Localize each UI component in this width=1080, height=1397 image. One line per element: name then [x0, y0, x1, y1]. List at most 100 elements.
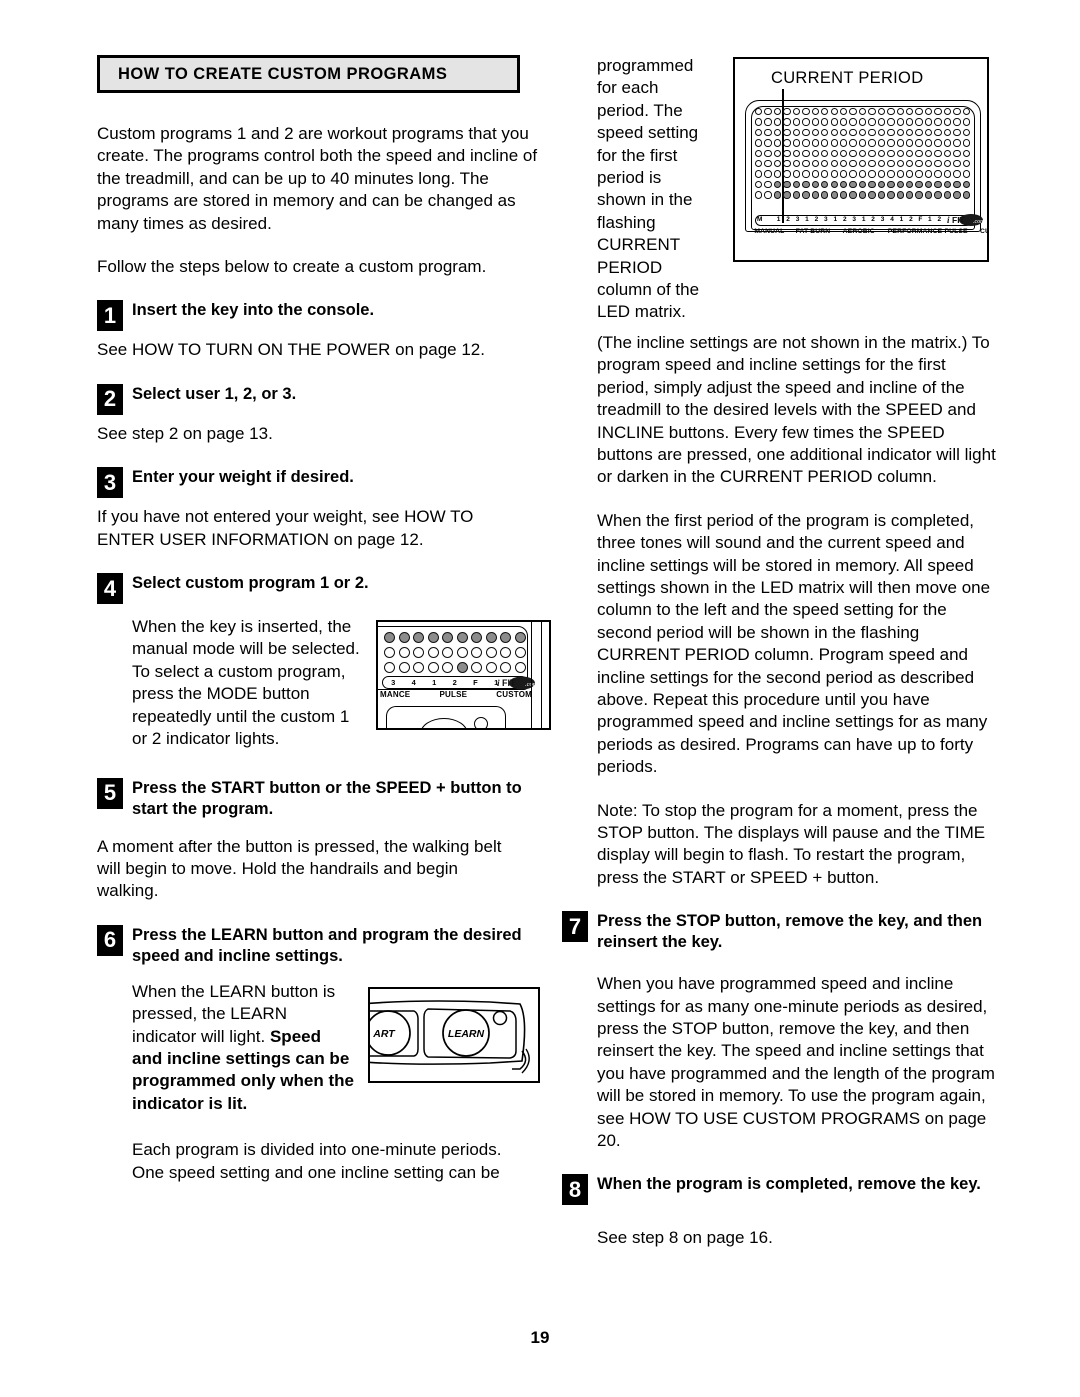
step-4-body: When the key is inserted, the manual mod…	[132, 617, 360, 749]
led-dot	[764, 118, 772, 126]
led-dot	[953, 108, 961, 116]
step-6: 6 Press the LEARN button and program the…	[97, 924, 540, 967]
led-dot	[887, 170, 895, 178]
step-6-body: When the LEARN button is pressed, the LE…	[132, 981, 354, 1115]
led-indicator-number: 1	[928, 216, 932, 223]
led-dot	[830, 108, 838, 116]
led-dot	[811, 139, 820, 147]
step-7-number: 7	[562, 911, 588, 943]
led-indicator-number: 1	[899, 216, 904, 223]
led-group-label: CUSTOM	[979, 228, 987, 235]
led-dot	[877, 191, 886, 199]
step-7-title: Press the STOP button, remove the key, a…	[597, 912, 983, 952]
led-dot	[839, 108, 848, 116]
led-dot	[830, 149, 838, 157]
led-dot	[868, 139, 876, 147]
led-indicator-number: 1	[833, 216, 838, 223]
led-dot	[811, 128, 820, 137]
led-dot	[783, 128, 791, 137]
led-dot	[962, 191, 971, 199]
console-indicator-number: 3	[391, 678, 396, 688]
console-led-dot	[427, 632, 439, 644]
led-dot	[934, 149, 942, 157]
step-5: 5 Press the START button or the SPEED + …	[97, 777, 540, 820]
led-dot	[934, 108, 942, 116]
led-dot	[868, 170, 876, 178]
closing-paragraph: Each program is divided into one-minute …	[132, 1140, 502, 1182]
led-dot	[943, 139, 952, 147]
led-dot	[802, 128, 810, 137]
led-dot	[830, 180, 838, 189]
led-dot	[830, 191, 838, 199]
led-dot	[877, 108, 886, 116]
led-dot	[839, 128, 848, 137]
step-3-body: If you have not entered your weight, see…	[97, 507, 474, 549]
console-led-dot	[485, 647, 497, 659]
step-4-number: 4	[97, 573, 123, 605]
step-7-body: When you have programmed speed and incli…	[597, 974, 995, 1151]
led-dot	[896, 108, 904, 116]
console-led-grid	[384, 632, 529, 677]
led-dot	[943, 159, 952, 168]
led-indicator-number: M	[757, 216, 763, 223]
led-dot	[915, 139, 923, 147]
led-dot	[887, 139, 895, 147]
step-5-title: Press the START button or the SPEED + bu…	[132, 778, 522, 818]
led-dot	[962, 159, 971, 168]
led-dot	[830, 170, 838, 178]
led-dot	[877, 149, 886, 157]
led-dot	[811, 180, 820, 189]
led-dot	[849, 128, 857, 137]
led-dot	[764, 149, 772, 157]
led-indicator-number: 2	[814, 216, 819, 223]
led-dot	[783, 118, 791, 126]
step-7: 7 Press the STOP button, remove the key,…	[562, 910, 997, 953]
console-led-dot	[442, 632, 453, 644]
led-dot	[906, 180, 914, 189]
led-indicator-number: F	[918, 216, 923, 223]
svg-text:LEARN: LEARN	[448, 1028, 485, 1040]
svg-text:i: i	[947, 215, 950, 225]
led-dot	[764, 180, 772, 189]
led-dot	[830, 159, 838, 168]
led-group-label: MANUAL	[754, 228, 785, 235]
led-indicator-number: 4	[890, 216, 894, 223]
led-dot	[773, 149, 782, 157]
led-dot	[764, 139, 772, 147]
led-dot	[821, 180, 829, 189]
console-round-button[interactable]	[474, 717, 488, 729]
led-dot	[839, 149, 848, 157]
led-dot	[755, 118, 763, 126]
led-dot	[953, 139, 961, 147]
console-led-dot	[413, 632, 424, 644]
led-dot	[792, 191, 801, 199]
led-indicator-number: 2	[909, 216, 913, 223]
led-dot	[755, 170, 763, 178]
led-dot	[792, 128, 801, 137]
led-dot	[896, 191, 904, 199]
led-dot	[839, 170, 848, 178]
led-dot	[858, 139, 867, 147]
led-dot	[906, 118, 914, 126]
led-dot	[755, 191, 763, 199]
led-dot	[906, 139, 914, 147]
console-led-dot	[514, 647, 526, 659]
led-dot	[773, 191, 782, 199]
led-dot	[849, 180, 857, 189]
led-dot	[953, 128, 961, 137]
step-5-number: 5	[97, 777, 123, 809]
led-dot	[896, 118, 904, 126]
led-dot	[773, 108, 782, 116]
led-dot	[924, 118, 933, 126]
led-dot	[783, 159, 791, 168]
led-indicator-number: 2	[786, 216, 790, 223]
led-dot	[915, 180, 923, 189]
step-3: 3 Enter your weight if desired.	[97, 466, 540, 500]
led-dot	[811, 108, 820, 116]
console-led-dot	[500, 647, 511, 659]
console-led-dot	[398, 647, 410, 659]
led-dot	[839, 191, 848, 199]
led-dot	[858, 159, 867, 168]
led-dot	[839, 159, 848, 168]
led-dot	[821, 170, 829, 178]
